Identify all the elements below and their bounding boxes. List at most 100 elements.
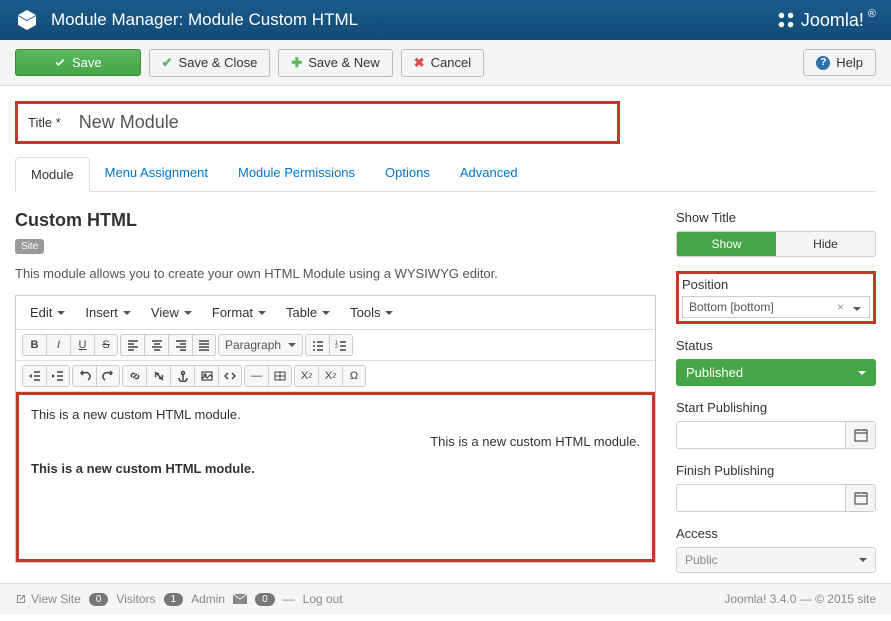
code-button[interactable]: [218, 365, 242, 387]
subscript-button[interactable]: X2: [294, 365, 318, 387]
admin-count: 1: [164, 593, 184, 606]
special-char-button[interactable]: Ω: [342, 365, 366, 387]
save-new-button[interactable]: ✚ Save & New: [278, 49, 392, 77]
editor-text-line: This is a new custom HTML module.: [31, 407, 640, 422]
title-label: Title *: [18, 105, 71, 140]
start-publishing-input[interactable]: [677, 422, 845, 448]
indent-icon: [52, 370, 64, 382]
caret-down-icon: [322, 311, 330, 315]
save-close-button[interactable]: ✔ Save & Close: [149, 49, 271, 77]
table-icon: [274, 370, 286, 382]
module-tabs: Module Menu Assignment Module Permission…: [15, 156, 876, 192]
link-icon: [129, 370, 141, 382]
paragraph-format-select[interactable]: Paragraph: [218, 334, 303, 356]
caret-down-icon: [288, 343, 296, 347]
image-icon: [201, 370, 213, 382]
page-title: Module Manager: Module Custom HTML: [51, 10, 358, 30]
bold-button[interactable]: B: [22, 334, 46, 356]
unlink-button[interactable]: [146, 365, 170, 387]
image-button[interactable]: [194, 365, 218, 387]
title-input[interactable]: [71, 104, 617, 141]
finish-publishing-label: Finish Publishing: [676, 463, 876, 478]
logout-link[interactable]: Log out: [303, 592, 343, 606]
redo-button[interactable]: [96, 365, 120, 387]
align-left-button[interactable]: [120, 334, 144, 356]
editor-menu-edit[interactable]: Edit: [24, 302, 71, 323]
superscript-button[interactable]: X2: [318, 365, 342, 387]
action-toolbar: Save ✔ Save & Close ✚ Save & New ✖ Cance…: [0, 40, 891, 86]
editor-content-area[interactable]: This is a new custom HTML module. This i…: [16, 392, 655, 562]
access-select[interactable]: Public: [676, 547, 876, 573]
start-publishing-field: [676, 421, 876, 449]
mail-icon[interactable]: [233, 594, 247, 604]
align-right-button[interactable]: [168, 334, 192, 356]
code-icon: [224, 370, 236, 382]
wysiwyg-editor: Edit Insert View Format Table Tools B I …: [15, 295, 656, 563]
chevron-down-icon[interactable]: [848, 300, 863, 314]
tab-menu-assignment[interactable]: Menu Assignment: [90, 156, 223, 191]
show-title-label: Show Title: [676, 210, 876, 225]
editor-toolbar-row2: — X2 X2 Ω: [16, 361, 655, 392]
position-select[interactable]: Bottom [bottom] ×: [682, 296, 870, 318]
undo-button[interactable]: [72, 365, 96, 387]
show-title-show[interactable]: Show: [677, 232, 776, 256]
tab-advanced[interactable]: Advanced: [445, 156, 533, 191]
position-clear-icon[interactable]: ×: [833, 300, 848, 314]
cancel-button[interactable]: ✖ Cancel: [401, 49, 484, 77]
number-list-icon: 12: [335, 339, 347, 351]
editor-menu-view[interactable]: View: [145, 302, 198, 323]
editor-text-line: This is a new custom HTML module.: [31, 461, 640, 476]
visitors-label[interactable]: Visitors: [116, 592, 155, 606]
strike-button[interactable]: S: [94, 334, 118, 356]
svg-text:2: 2: [335, 344, 338, 350]
link-button[interactable]: [122, 365, 146, 387]
joomla-brand: Joomla!®: [775, 9, 876, 31]
show-title-toggle: Show Hide: [676, 231, 876, 257]
start-publishing-calendar-button[interactable]: [845, 422, 875, 448]
start-publishing-label: Start Publishing: [676, 400, 876, 415]
editor-menu-insert[interactable]: Insert: [79, 302, 137, 323]
visitors-count: 0: [89, 593, 109, 606]
tab-options[interactable]: Options: [370, 156, 445, 191]
title-field-wrap: Title *: [15, 101, 620, 144]
table-button[interactable]: [268, 365, 292, 387]
editor-menu-tools[interactable]: Tools: [344, 302, 399, 323]
help-icon: ?: [816, 56, 830, 70]
indent-button[interactable]: [46, 365, 70, 387]
number-list-button[interactable]: 12: [329, 334, 353, 356]
outdent-button[interactable]: [22, 365, 46, 387]
view-site-link[interactable]: View Site: [15, 592, 81, 606]
bullet-list-icon: [312, 339, 324, 351]
anchor-button[interactable]: [170, 365, 194, 387]
admin-label[interactable]: Admin: [191, 592, 225, 606]
help-button[interactable]: ? Help: [803, 49, 876, 76]
show-title-hide[interactable]: Hide: [776, 232, 875, 256]
finish-publishing-calendar-button[interactable]: [845, 485, 875, 511]
status-bar: View Site 0 Visitors 1 Admin 0 — Log out…: [0, 583, 891, 614]
caret-down-icon: [184, 311, 192, 315]
editor-toolbar-row1: B I U S Paragraph 12: [16, 330, 655, 361]
align-justify-button[interactable]: [192, 334, 216, 356]
editor-text-line: This is a new custom HTML module.: [31, 434, 640, 449]
italic-button[interactable]: I: [46, 334, 70, 356]
align-center-button[interactable]: [144, 334, 168, 356]
hr-button[interactable]: —: [244, 365, 268, 387]
editor-menu-format[interactable]: Format: [206, 302, 272, 323]
module-type-heading: Custom HTML: [15, 210, 656, 231]
unlink-icon: [153, 370, 165, 382]
finish-publishing-input[interactable]: [677, 485, 845, 511]
save-button[interactable]: Save: [15, 49, 141, 76]
position-wrap: Position Bottom [bottom] ×: [676, 271, 876, 324]
outdent-icon: [29, 370, 41, 382]
cancel-icon: ✖: [414, 55, 425, 71]
caret-down-icon: [57, 311, 65, 315]
editor-menu-table[interactable]: Table: [280, 302, 336, 323]
caret-down-icon: [123, 311, 131, 315]
status-select[interactable]: Published: [676, 359, 876, 386]
underline-button[interactable]: U: [70, 334, 94, 356]
status-label: Status: [676, 338, 876, 353]
tab-module[interactable]: Module: [15, 157, 90, 192]
chevron-down-icon: [858, 371, 866, 375]
tab-module-permissions[interactable]: Module Permissions: [223, 156, 370, 191]
bullet-list-button[interactable]: [305, 334, 329, 356]
